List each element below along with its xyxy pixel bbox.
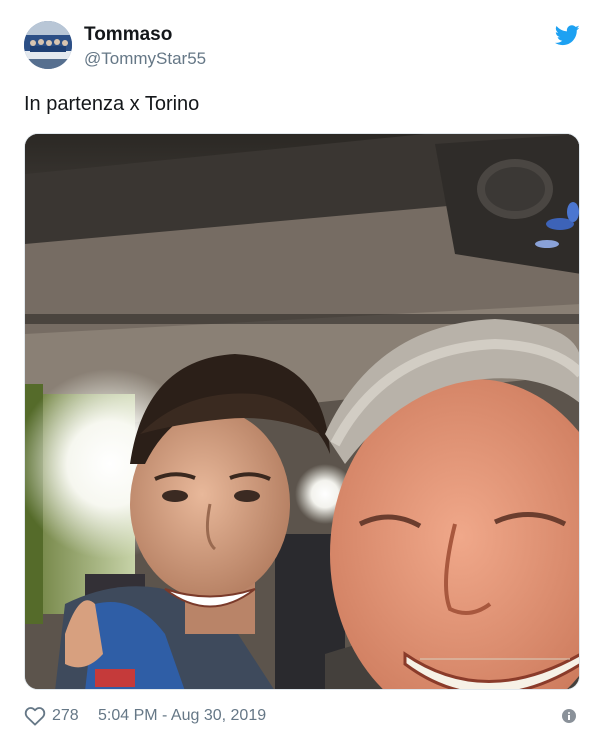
heart-icon[interactable] xyxy=(24,706,46,726)
tweet-text: In partenza x Torino xyxy=(24,93,200,115)
avatar-image xyxy=(24,21,72,69)
twitter-bird-icon[interactable] xyxy=(555,25,580,46)
avatar[interactable] xyxy=(24,21,72,69)
info-icon[interactable] xyxy=(562,709,576,723)
timestamp[interactable]: 5:04 PM - Aug 30, 2019 xyxy=(98,706,266,726)
author-handle[interactable]: @TommyStar55 xyxy=(84,49,206,69)
tweet-photo[interactable] xyxy=(24,133,580,690)
tweet-footer: 278 5:04 PM - Aug 30, 2019 xyxy=(24,704,580,728)
like-count[interactable]: 278 xyxy=(52,706,79,726)
tweet-card: Tommaso @TommyStar55 In partenza x Torin… xyxy=(0,0,600,734)
author-name[interactable]: Tommaso xyxy=(84,24,172,46)
selfie-photo-image xyxy=(25,134,579,689)
